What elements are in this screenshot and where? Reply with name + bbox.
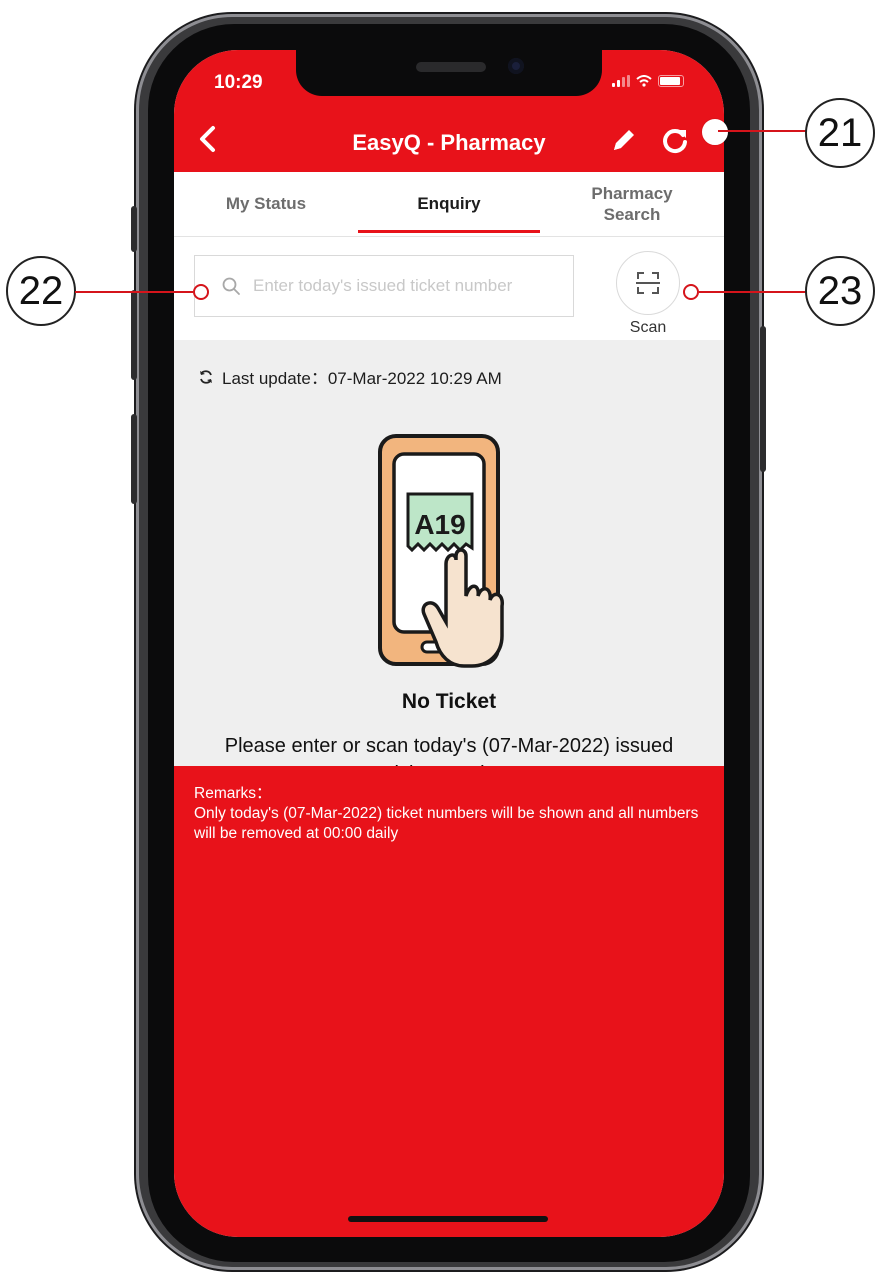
front-camera (508, 58, 524, 74)
scan-button[interactable] (616, 251, 680, 315)
callout-21-leader (718, 130, 806, 132)
notch (296, 50, 602, 96)
home-indicator (348, 1216, 548, 1222)
battery-icon (658, 75, 684, 87)
search-box (194, 255, 574, 317)
last-update-text: Last update：07-Mar-2022 10:29 AM (222, 369, 502, 388)
empty-state-title: No Ticket (401, 690, 497, 713)
last-update: Last update：07-Mar-2022 10:29 AM (198, 364, 502, 389)
callout-21-anchor (702, 119, 728, 145)
scan-frame-icon (635, 271, 660, 294)
tab-my-status[interactable]: My Status (174, 172, 358, 236)
refresh-icon[interactable] (660, 126, 690, 156)
search-icon (222, 277, 240, 295)
app-screen: 10:29 EasyQ - Pharmacy My Status Enquiry… (174, 50, 724, 1237)
remarks-text: Remarks： Only today's (07-Mar-2022) tick… (194, 784, 709, 844)
power-button (760, 326, 766, 472)
active-tab-indicator (358, 230, 540, 233)
callout-22-anchor (193, 284, 209, 300)
signal-icon (612, 75, 630, 87)
tab-pharmacy-search[interactable]: Pharmacy Search (540, 172, 724, 236)
tab-enquiry[interactable]: Enquiry (358, 172, 540, 236)
edit-pencil-icon[interactable] (610, 126, 638, 154)
callout-23-leader (699, 291, 806, 293)
status-time: 10:29 (214, 72, 263, 93)
callout-23: 23 (805, 256, 875, 326)
status-icons (612, 75, 684, 87)
remarks-body: Only today's (07-Mar-2022) ticket number… (194, 805, 699, 842)
phone-ticket-illustration: A19 (378, 434, 504, 668)
volume-down-button (131, 414, 137, 504)
search-area: Scan (174, 237, 724, 340)
tab-bar: My Status Enquiry Pharmacy Search (174, 172, 724, 237)
callout-23-anchor (683, 284, 699, 300)
remarks-heading: Remarks： (194, 785, 272, 802)
mute-switch (131, 206, 137, 252)
page-title: EasyQ - Pharmacy (352, 130, 546, 155)
ticket-number-input[interactable] (251, 270, 565, 302)
illustration-ticket-number: A19 (414, 509, 465, 540)
speaker-grille (416, 62, 486, 72)
callout-21: 21 (805, 98, 875, 168)
sync-icon (200, 369, 212, 384)
scan-label: Scan (629, 319, 667, 336)
callout-22: 22 (6, 256, 76, 326)
wifi-icon (636, 75, 652, 87)
callout-22-leader (75, 291, 193, 293)
volume-up-button (131, 290, 137, 380)
